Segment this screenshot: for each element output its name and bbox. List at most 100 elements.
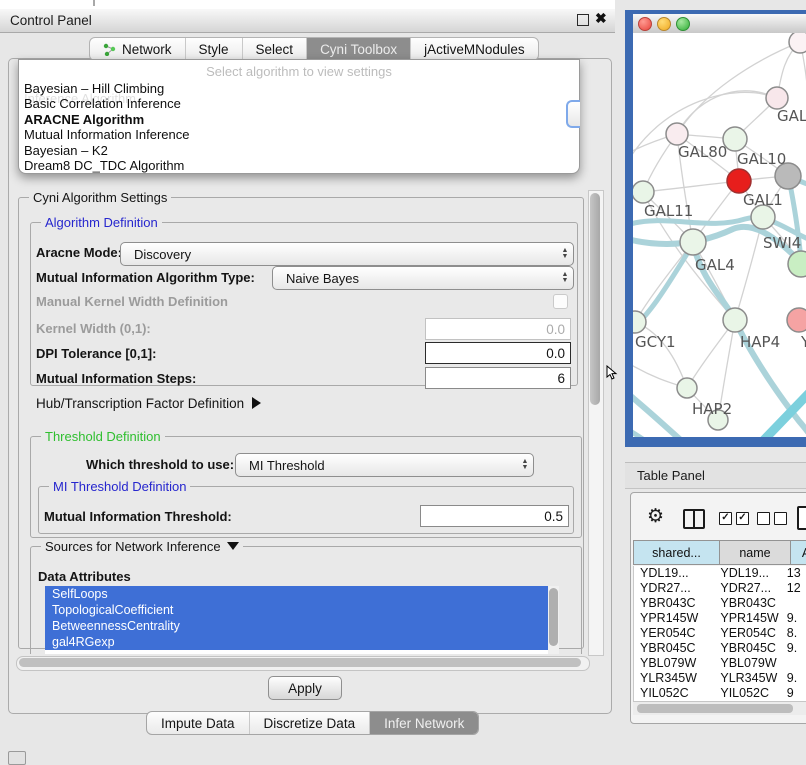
- data-attribute-item[interactable]: BetweennessCentrality: [45, 618, 559, 634]
- gear-icon[interactable]: ⚙: [647, 507, 664, 526]
- network-node-gal11[interactable]: [633, 181, 654, 203]
- network-window[interactable]: GALGAL80GAL10GAL1GAL11SWI4GAL4GCY1HAP4YH…: [625, 10, 806, 447]
- tab-style[interactable]: Style: [186, 38, 243, 60]
- tab-network[interactable]: Network: [90, 38, 186, 60]
- settings-vertical-scroll-thumb[interactable]: [590, 193, 600, 405]
- algorithm-option[interactable]: Mutual Information Inference: [19, 127, 579, 142]
- aracne-mode-select[interactable]: Discovery ▲▼: [120, 242, 574, 266]
- data-attributes-list[interactable]: SelfLoopsTopologicalCoefficientBetweenne…: [45, 586, 559, 654]
- network-node-label: HAP2: [692, 400, 732, 418]
- hidden-combo-fragment: [566, 100, 580, 128]
- algorithm-dropdown[interactable]: Inference Algorithm Select algorithm to …: [18, 59, 580, 174]
- unchecked-box-icon[interactable]: [757, 512, 770, 525]
- algorithm-option[interactable]: ARACNE Algorithm: [19, 112, 579, 127]
- network-node-swi4[interactable]: [788, 251, 806, 277]
- mi-type-label: Mutual Information Algorithm Type:: [36, 270, 255, 285]
- table-row[interactable]: YDL19...YDL19...13: [634, 566, 806, 581]
- network-node-gal4[interactable]: [680, 229, 706, 255]
- dpi-tolerance-input[interactable]: 0.0: [425, 342, 571, 364]
- stepper-icon: ▲▼: [557, 243, 573, 265]
- column-header-shared-name[interactable]: shared...: [633, 540, 720, 565]
- algorithm-option[interactable]: Bayesian – K2: [19, 143, 579, 158]
- network-canvas[interactable]: GALGAL80GAL10GAL1GAL11SWI4GAL4GCY1HAP4YH…: [633, 33, 806, 437]
- sources-title[interactable]: Sources for Network Inference: [41, 539, 243, 554]
- table-cell: YDR27...: [714, 581, 780, 596]
- column-header-name[interactable]: name: [720, 540, 791, 565]
- table-cell: YLR345W: [714, 671, 780, 686]
- tab-discretize-data[interactable]: Discretize Data: [250, 712, 371, 734]
- network-node-hap2[interactable]: [677, 378, 697, 398]
- table-horizontal-scroll-thumb[interactable]: [637, 704, 793, 713]
- checked-box-icon[interactable]: ✓: [719, 512, 732, 525]
- table-cell: 9: [781, 686, 806, 701]
- table-cell: YIL052C: [634, 686, 714, 701]
- float-window-icon[interactable]: [577, 14, 589, 26]
- tab-infer-network-label: Infer Network: [384, 716, 464, 731]
- network-node-gal1[interactable]: [727, 169, 751, 193]
- table-horizontal-scrollbar[interactable]: [633, 701, 806, 715]
- zoom-traffic-light-icon[interactable]: [676, 17, 690, 31]
- settings-horizontal-scroll-thumb[interactable]: [19, 658, 581, 667]
- network-node-labels: GALGAL80GAL10GAL1GAL11SWI4GAL4GCY1HAP4YH…: [635, 107, 806, 418]
- tab-select[interactable]: Select: [243, 38, 308, 60]
- network-node-gal[interactable]: [766, 87, 788, 109]
- algorithm-dropdown-placeholder: Select algorithm to view settings: [19, 60, 579, 81]
- network-node-label: GCY1: [635, 333, 676, 351]
- stepper-icon: ▲▼: [557, 267, 573, 289]
- table-row[interactable]: YER054CYER054C8.: [634, 626, 806, 641]
- network-node-hap4[interactable]: [723, 308, 747, 332]
- expand-right-icon: [252, 397, 261, 409]
- data-attribute-item[interactable]: gal4RGexp: [45, 634, 559, 650]
- data-attribute-item[interactable]: TopologicalCoefficient: [45, 602, 559, 618]
- threshold-definition-title: Threshold Definition: [41, 429, 165, 444]
- mi-threshold-input[interactable]: 0.5: [420, 505, 569, 527]
- tab-jactivemnodules[interactable]: jActiveMNodules: [411, 38, 538, 60]
- aracne-mode-label: Aracne Mode:: [36, 245, 122, 260]
- mi-type-select[interactable]: Naive Bayes ▲▼: [272, 266, 574, 290]
- manual-kernel-checkbox[interactable]: [553, 294, 568, 309]
- table-row[interactable]: YPR145WYPR145W9.: [634, 611, 806, 626]
- tab-impute-data[interactable]: Impute Data: [147, 712, 250, 734]
- tab-jactivemnodules-label: jActiveMNodules: [424, 42, 525, 57]
- table-rows[interactable]: YDL19...YDL19...13YDR27...YDR27...12YBR0…: [633, 566, 806, 701]
- control-panel-tabs: Network Style Select Cyni Toolbox jActiv…: [89, 37, 539, 61]
- bottom-tabs: Impute Data Discretize Data Infer Networ…: [146, 711, 479, 735]
- hub-definition-expander[interactable]: Hub/Transcription Factor Definition: [36, 396, 261, 411]
- data-attributes-label: Data Attributes: [38, 569, 131, 584]
- bottom-left-widget[interactable]: [8, 751, 26, 765]
- tab-network-label: Network: [122, 42, 172, 57]
- minimize-traffic-light-icon[interactable]: [657, 17, 671, 31]
- table-row[interactable]: YIL052CYIL052C9: [634, 686, 806, 701]
- kernel-width-input[interactable]: 0.0: [425, 318, 571, 340]
- apply-button[interactable]: Apply: [268, 676, 342, 700]
- network-node[interactable]: [789, 33, 806, 53]
- table-cell: YBR045C: [714, 641, 780, 656]
- tab-style-label: Style: [199, 42, 229, 57]
- which-threshold-value: MI Threshold: [236, 458, 517, 473]
- document-icon[interactable]: [797, 506, 806, 530]
- split-table-icon[interactable]: [683, 509, 705, 529]
- data-attribute-item[interactable]: SelfLoops: [45, 586, 559, 602]
- checked-box-icon[interactable]: ✓: [736, 512, 749, 525]
- network-node-label: SWI4: [763, 234, 801, 252]
- attr-list-scrollbar[interactable]: [548, 586, 559, 654]
- table-cell: [781, 596, 806, 611]
- attr-list-scroll-thumb[interactable]: [549, 588, 558, 646]
- table-row[interactable]: YBL079WYBL079W: [634, 656, 806, 671]
- tab-infer-network[interactable]: Infer Network: [370, 712, 478, 734]
- network-node-gal80[interactable]: [666, 123, 688, 145]
- table-row[interactable]: YBR045CYBR045C9.: [634, 641, 806, 656]
- table-cell: 13: [781, 566, 806, 581]
- close-window-icon[interactable]: ✖: [595, 10, 607, 27]
- network-node-y[interactable]: [787, 308, 806, 332]
- tab-cyni-toolbox[interactable]: Cyni Toolbox: [307, 38, 411, 60]
- unchecked-box-icon[interactable]: [774, 512, 787, 525]
- table-row[interactable]: YLR345WYLR345W9.: [634, 671, 806, 686]
- table-row[interactable]: YBR043CYBR043C: [634, 596, 806, 611]
- algorithm-option[interactable]: Dream8 DC_TDC Algorithm: [19, 158, 579, 173]
- which-threshold-select[interactable]: MI Threshold ▲▼: [235, 453, 534, 477]
- table-row[interactable]: YDR27...YDR27...12: [634, 581, 806, 596]
- column-header-partial[interactable]: A: [791, 540, 806, 565]
- close-traffic-light-icon[interactable]: [638, 17, 652, 31]
- mi-steps-input[interactable]: 6: [425, 367, 571, 389]
